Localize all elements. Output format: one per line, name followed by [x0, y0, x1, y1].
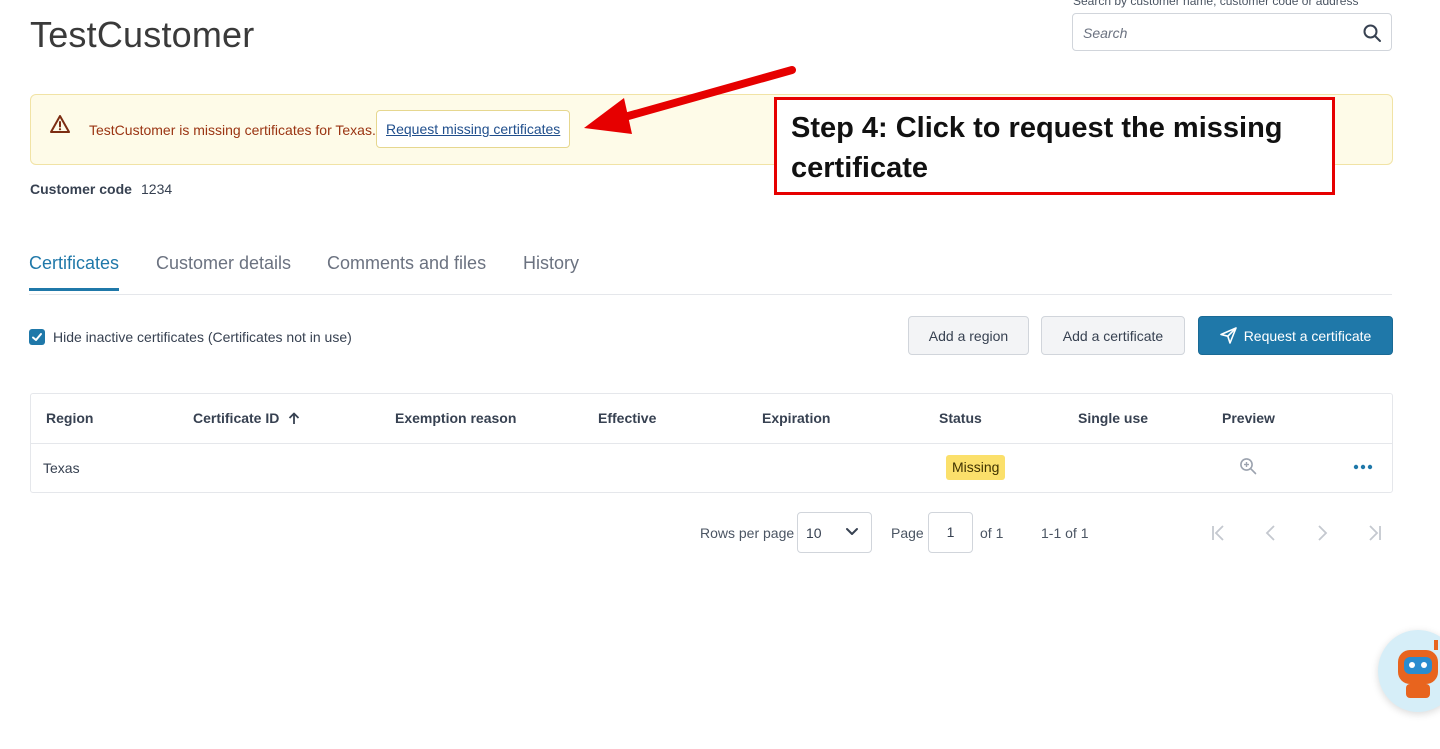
hide-inactive-toggle[interactable]: Hide inactive certificates (Certificates…	[29, 329, 352, 345]
next-page-icon[interactable]	[1311, 522, 1333, 544]
certificates-table: Region Certificate ID Exemption reason E…	[30, 393, 1393, 493]
add-region-button[interactable]: Add a region	[908, 316, 1029, 355]
request-certificate-button[interactable]: Request a certificate	[1198, 316, 1393, 355]
annotation-callout: Step 4: Click to request the missing cer…	[774, 97, 1335, 195]
warning-icon	[50, 115, 70, 133]
column-header-preview: Preview	[1222, 410, 1275, 426]
search-box[interactable]	[1072, 13, 1392, 52]
zoom-in-icon[interactable]	[1239, 457, 1257, 475]
column-header-single-use[interactable]: Single use	[1078, 410, 1148, 426]
rows-per-page-select[interactable]: 10	[797, 512, 872, 553]
column-header-region[interactable]: Region	[46, 410, 93, 426]
search-icon[interactable]	[1362, 23, 1382, 43]
tab-history[interactable]: History	[523, 253, 579, 288]
first-page-icon[interactable]	[1208, 522, 1230, 544]
column-header-certificate-id[interactable]: Certificate ID	[193, 410, 300, 426]
chat-assistant-button[interactable]	[1378, 630, 1440, 712]
column-header-certificate-id-label: Certificate ID	[193, 410, 280, 426]
table-header: Region Certificate ID Exemption reason E…	[31, 394, 1392, 444]
tab-customer-details[interactable]: Customer details	[156, 253, 291, 288]
tab-certificates[interactable]: Certificates	[29, 253, 120, 291]
search-label: Search by customer name, customer code o…	[1073, 0, 1359, 8]
rows-per-page-value: 10	[806, 525, 822, 541]
check-icon	[32, 333, 42, 341]
column-header-expiration[interactable]: Expiration	[762, 410, 830, 426]
hide-inactive-label: Hide inactive certificates (Certificates…	[53, 329, 352, 345]
sort-ascending-icon[interactable]	[288, 412, 300, 425]
page-label: Page	[891, 525, 924, 541]
request-missing-certificates-button[interactable]: Request missing certificates	[376, 110, 571, 148]
column-header-exemption-reason[interactable]: Exemption reason	[395, 410, 516, 426]
range-text: 1-1 of 1	[1041, 525, 1089, 541]
of-pages-text: of 1	[980, 525, 1004, 541]
tab-comments-and-files[interactable]: Comments and files	[327, 253, 486, 288]
customer-code-value: 1234	[141, 181, 173, 197]
request-certificate-label: Request a certificate	[1243, 327, 1372, 344]
add-certificate-button[interactable]: Add a certificate	[1041, 316, 1185, 355]
customer-code-label: Customer code	[30, 181, 132, 197]
status-badge: Missing	[946, 455, 1006, 480]
alert-message: TestCustomer is missing certificates for…	[89, 122, 376, 138]
send-icon	[1219, 327, 1237, 344]
chevron-down-icon	[846, 528, 858, 535]
column-header-status[interactable]: Status	[939, 410, 982, 426]
page-title: TestCustomer	[30, 14, 255, 55]
cell-region: Texas	[43, 460, 80, 476]
previous-page-icon[interactable]	[1260, 522, 1282, 544]
page-number-input[interactable]: 1	[928, 512, 973, 553]
hide-inactive-checkbox[interactable]	[29, 329, 45, 345]
rows-per-page-label: Rows per page	[700, 525, 795, 541]
robot-icon	[1398, 640, 1438, 698]
last-page-icon[interactable]	[1363, 522, 1385, 544]
tab-bar: Certificates Customer details Comments a…	[29, 247, 1392, 295]
search-input[interactable]	[1081, 14, 1355, 52]
more-options-icon[interactable]	[1353, 464, 1373, 470]
column-header-effective[interactable]: Effective	[598, 410, 656, 426]
